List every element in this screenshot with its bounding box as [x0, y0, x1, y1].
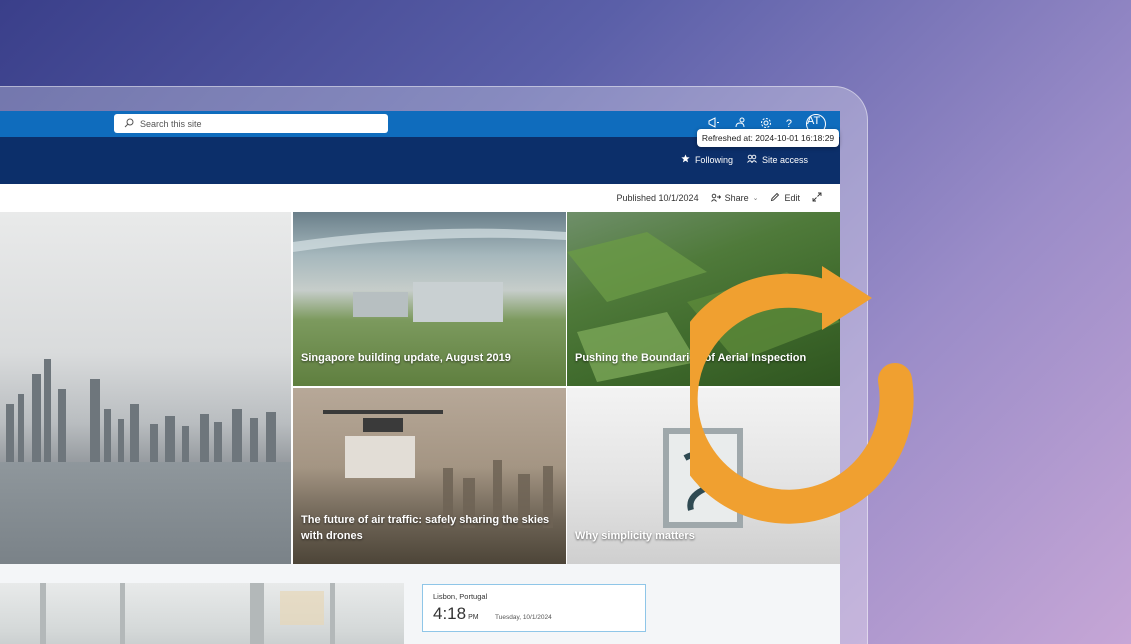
site-access-button[interactable]: Site access — [747, 154, 808, 165]
hero-tile-main[interactable] — [0, 212, 291, 564]
published-date: Published 10/1/2024 — [616, 193, 699, 203]
site-actions: Following Site access — [681, 154, 808, 165]
hero-tile-1[interactable]: Singapore building update, August 2019 — [293, 212, 566, 386]
search-input[interactable] — [140, 118, 380, 129]
clock-location: Lisbon, Portugal — [433, 592, 488, 601]
tile-caption: Singapore building update, August 2019 — [301, 351, 511, 364]
clock-web-part: Lisbon, Portugal 4:18 PM Tuesday, 10/1/20… — [422, 584, 646, 632]
lower-section: Lisbon, Portugal 4:18 PM Tuesday, 10/1/20… — [0, 564, 840, 644]
pencil-icon — [770, 192, 780, 204]
refresh-tooltip: Refreshed at: 2024-10-01 16:18:29 — [697, 129, 839, 147]
share-icon — [710, 193, 721, 204]
clock-ampm: PM — [468, 614, 479, 621]
edit-button[interactable]: Edit — [770, 192, 800, 204]
hero-tile-3[interactable]: The future of air traffic: safely sharin… — [293, 388, 566, 564]
search-icon — [124, 115, 134, 133]
skyline-image — [6, 359, 276, 474]
tile-caption: The future of air traffic: safely sharin… — [301, 514, 550, 542]
edit-label: Edit — [784, 193, 800, 203]
people-icon — [747, 154, 757, 165]
share-button[interactable]: Share ⌄ — [710, 193, 759, 204]
office-image — [0, 583, 404, 644]
expand-icon[interactable] — [812, 192, 822, 204]
following-button[interactable]: Following — [681, 154, 733, 165]
chevron-down-icon: ⌄ — [752, 195, 759, 202]
search-box[interactable] — [114, 114, 388, 133]
refresh-icon — [690, 266, 914, 524]
following-label: Following — [694, 154, 733, 165]
site-access-label: Site access — [761, 154, 808, 165]
share-label: Share — [724, 193, 749, 203]
clock-time-value: 4:18 — [433, 604, 467, 623]
clock-time: 4:18 PM — [433, 604, 479, 624]
office-image-art — [40, 583, 335, 644]
water-image — [0, 462, 291, 564]
command-bar: Published 10/1/2024 Share ⌄ Edit — [0, 184, 840, 212]
clock-date: Tuesday, 10/1/2024 — [495, 614, 552, 621]
star-icon — [681, 154, 690, 165]
